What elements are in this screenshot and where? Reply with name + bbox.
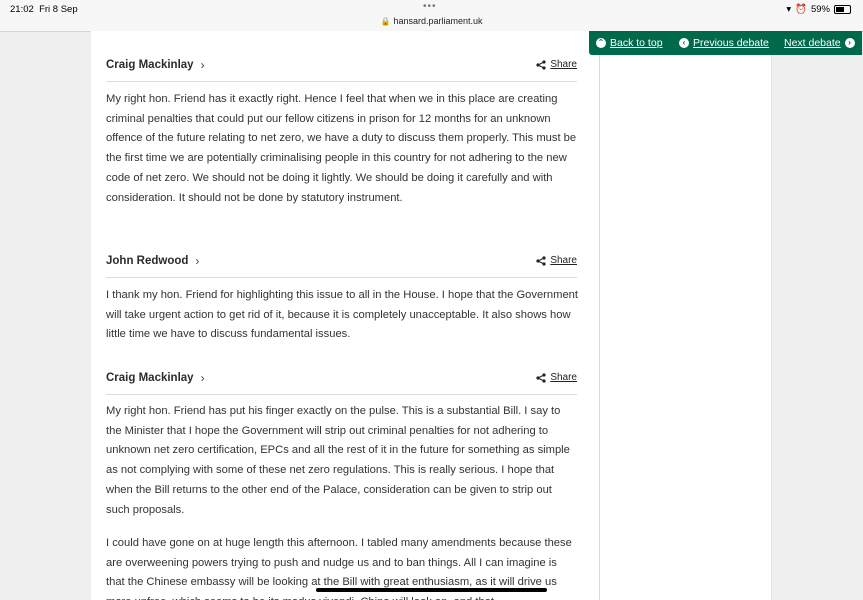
alarm-icon: ⏰: [795, 4, 807, 15]
arrow-right-icon: ›: [844, 38, 855, 48]
share-label: Share: [550, 255, 577, 266]
arrow-up-icon: ⌃: [596, 38, 606, 48]
share-icon: [536, 59, 546, 70]
home-indicator[interactable]: [316, 588, 547, 592]
speaker-link[interactable]: John Redwood ›: [106, 254, 199, 268]
wifi-icon: ▾: [786, 4, 792, 15]
speaker-link[interactable]: Craig Mackinlay ›: [106, 371, 205, 385]
speech-paragraph: My right hon. Friend has it exactly righ…: [106, 93, 577, 204]
date-text: Fri 8 Sep: [39, 4, 78, 15]
speaker-name: Craig Mackinlay: [106, 59, 194, 71]
share-button[interactable]: Share: [536, 255, 577, 266]
speech-paragraph: I thank my hon. Friend for highlighting …: [106, 289, 579, 341]
status-bar: 21:02 Fri 8 Sep ••• 🔒 hansard.parliament.…: [0, 0, 863, 32]
share-icon: [536, 255, 546, 266]
status-icons: ▾ ⏰ 59%: [786, 4, 851, 15]
time-text: 21:02: [10, 4, 34, 15]
share-button[interactable]: Share: [536, 372, 577, 383]
contribution-header: Craig Mackinlay › Share: [106, 47, 577, 82]
next-debate-label: Next debate: [784, 37, 841, 49]
debate-navigation: ⌃ Back to top ‹ Previous debate Next deb…: [589, 31, 862, 55]
speaker-name: John Redwood: [106, 255, 189, 267]
back-to-top-link[interactable]: ⌃ Back to top: [596, 37, 663, 49]
multitasking-dots-icon[interactable]: •••: [423, 1, 437, 12]
contribution-header: Craig Mackinlay › Share: [106, 360, 577, 395]
back-to-top-label: Back to top: [610, 37, 663, 49]
address-bar[interactable]: 🔒 hansard.parliament.uk: [0, 16, 863, 26]
debate-content: Craig Mackinlay › Share My right hon. Fr…: [91, 31, 600, 600]
chevron-right-icon: ›: [200, 58, 205, 72]
previous-debate-label: Previous debate: [693, 37, 769, 49]
share-label: Share: [550, 59, 577, 70]
arrow-left-icon: ‹: [679, 38, 689, 48]
battery-percent: 59%: [810, 4, 830, 15]
lock-icon: 🔒: [380, 17, 391, 26]
share-label: Share: [550, 372, 577, 383]
clock: 21:02 Fri 8 Sep: [10, 4, 78, 15]
next-debate-link[interactable]: Next debate ›: [784, 37, 855, 49]
speaker-name: Craig Mackinlay: [106, 372, 194, 384]
chevron-right-icon: ›: [195, 254, 200, 268]
battery-icon: [834, 5, 851, 14]
speech-paragraph: My right hon. Friend has put his finger …: [106, 405, 570, 516]
chevron-right-icon: ›: [200, 371, 205, 385]
speaker-link[interactable]: Craig Mackinlay ›: [106, 58, 205, 72]
share-icon: [536, 372, 546, 383]
url-text: hansard.parliament.uk: [393, 16, 483, 26]
share-button[interactable]: Share: [536, 59, 577, 70]
previous-debate-link[interactable]: ‹ Previous debate: [679, 37, 769, 49]
sidebar: [600, 31, 772, 600]
contribution-header: John Redwood › Share: [106, 243, 577, 278]
